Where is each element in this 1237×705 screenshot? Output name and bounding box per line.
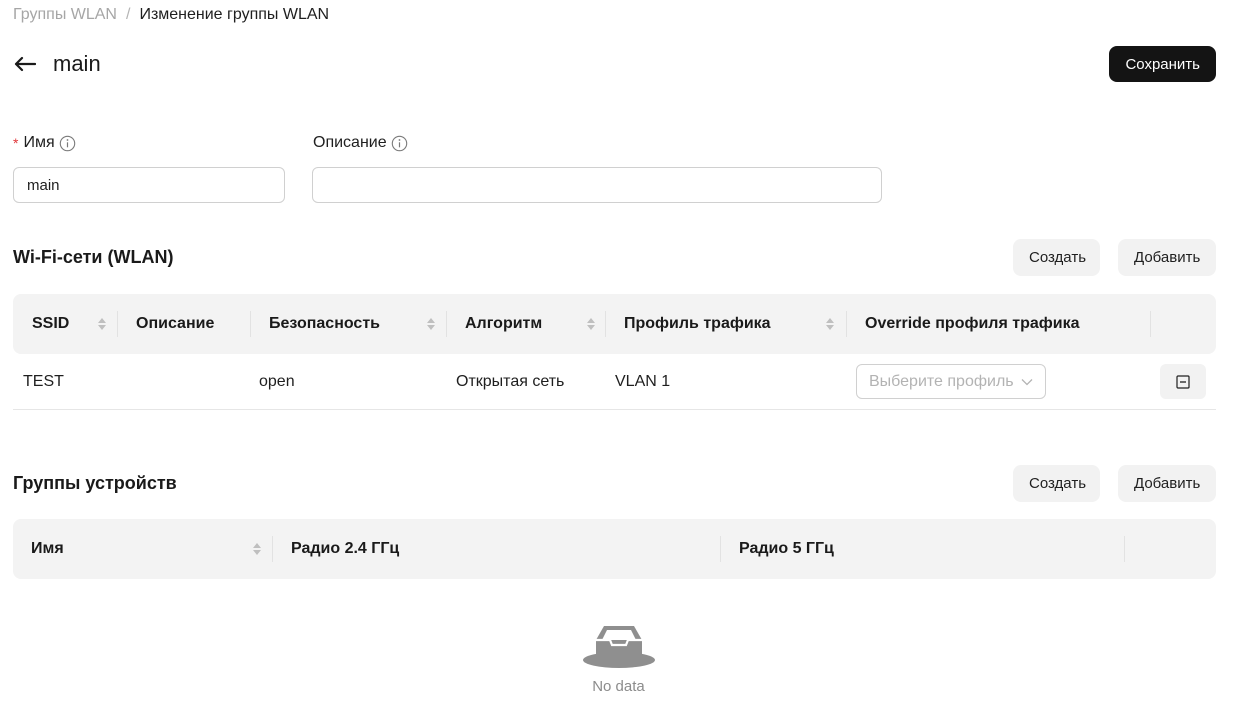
description-field-label: Описание [313, 134, 408, 152]
cell-algorithm: Открытая сеть [456, 372, 565, 390]
sort-icon[interactable] [96, 315, 108, 333]
column-divider [1124, 536, 1125, 562]
minus-square-icon [1176, 374, 1190, 389]
name-label-text: Имя [23, 134, 55, 151]
device-groups-add-button[interactable]: Добавить [1118, 465, 1216, 502]
column-header-security[interactable]: Безопасность [269, 294, 380, 354]
save-button[interactable]: Сохранить [1109, 46, 1216, 82]
select-placeholder: Выберите профиль [869, 372, 1014, 390]
column-divider [117, 311, 118, 337]
empty-inbox-icon [582, 620, 656, 672]
column-divider [250, 311, 251, 337]
breadcrumb: Группы WLAN / Изменение группы WLAN [13, 6, 329, 24]
column-header-radio-5: Радио 5 ГГц [739, 540, 834, 557]
device-groups-table-header: Имя Радио 2.4 ГГц Радио 5 ГГц [13, 519, 1216, 579]
column-header-traffic-profile[interactable]: Профиль трафика [624, 294, 771, 354]
column-header-algorithm[interactable]: Алгоритм [465, 294, 542, 354]
override-profile-select[interactable]: Выберите профиль [856, 364, 1046, 399]
page-header: main Сохранить [13, 46, 1216, 82]
column-divider [272, 536, 273, 562]
device-groups-section-title: Группы устройств [13, 473, 177, 493]
description-label-text: Описание [313, 134, 387, 151]
sort-icon[interactable] [585, 315, 597, 333]
table-row: TEST open Открытая сеть VLAN 1 Выберите … [13, 354, 1216, 410]
column-divider [846, 311, 847, 337]
column-header-name[interactable]: Имя [31, 519, 64, 579]
sort-icon[interactable] [425, 315, 437, 333]
name-field-label: * Имя [13, 134, 76, 152]
cell-traffic-profile: VLAN 1 [615, 372, 671, 390]
breadcrumb-current: Изменение группы WLAN [139, 6, 330, 23]
column-divider [446, 311, 447, 337]
chevron-down-icon [1021, 378, 1033, 386]
info-icon[interactable] [391, 135, 408, 152]
page-title: main [53, 51, 101, 76]
column-header-ssid[interactable]: SSID [32, 294, 69, 354]
cell-ssid: TEST [23, 372, 64, 390]
column-divider [720, 536, 721, 562]
wlan-create-button[interactable]: Создать [1013, 239, 1100, 276]
cell-security: open [259, 372, 295, 390]
required-asterisk: * [13, 135, 19, 151]
column-header-radio-24: Радио 2.4 ГГц [291, 540, 400, 557]
description-input[interactable] [312, 167, 882, 203]
wlan-section-title: Wi-Fi-сети (WLAN) [13, 247, 174, 267]
empty-state: No data [0, 620, 1237, 695]
name-input[interactable] [13, 167, 285, 203]
empty-state-text: No data [592, 678, 645, 695]
column-header-override-traffic-profile: Override профиля трафика [865, 315, 1080, 332]
sort-icon[interactable] [824, 315, 836, 333]
sort-icon[interactable] [251, 540, 263, 558]
wlan-add-button[interactable]: Добавить [1118, 239, 1216, 276]
info-icon[interactable] [59, 135, 76, 152]
wlan-table-header: SSID Описание Безопасность Алгоритм Проф… [13, 294, 1216, 354]
back-arrow-icon[interactable] [11, 50, 39, 78]
remove-row-button[interactable] [1160, 364, 1206, 399]
device-groups-create-button[interactable]: Создать [1013, 465, 1100, 502]
breadcrumb-separator: / [125, 6, 131, 23]
breadcrumb-link-wlan-groups[interactable]: Группы WLAN [13, 6, 117, 24]
column-divider [1150, 311, 1151, 337]
column-header-description: Описание [136, 315, 215, 332]
column-divider [605, 311, 606, 337]
